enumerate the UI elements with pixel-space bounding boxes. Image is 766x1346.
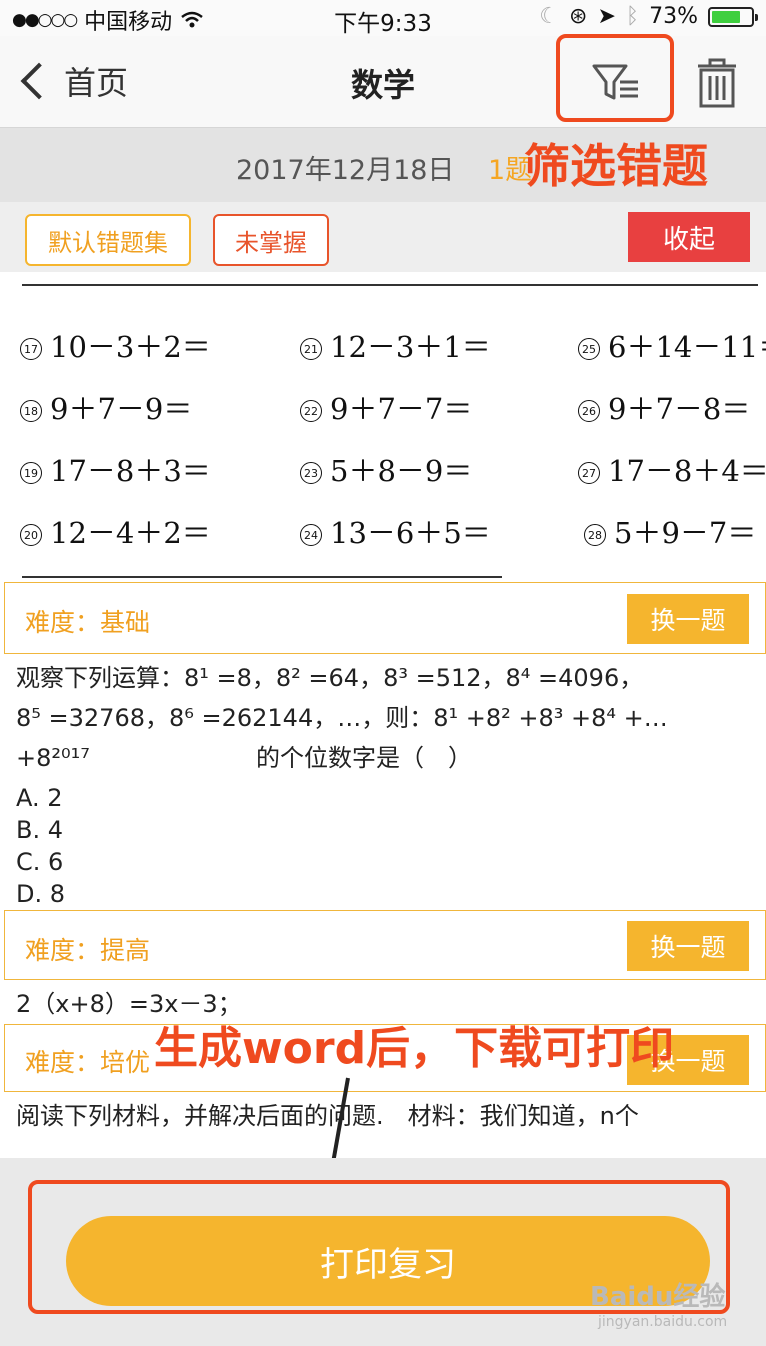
question-text: 观察下列运算：8¹ =8，8² =64，8³ =512，8⁴ =4096， [16, 664, 644, 692]
location-icon: ➤ [597, 4, 616, 29]
battery-icon [708, 6, 758, 27]
tag-row: 默认错题集 未掌握 收起 [0, 202, 766, 272]
battery-label: 73% [649, 4, 698, 29]
worksheet-item: 26 9＋7－8＝ [578, 386, 750, 428]
answer-option[interactable]: C. 6 [16, 848, 63, 876]
worksheet-item: 17 10－3＋2＝ [20, 324, 211, 366]
status-bar: ●●○○○ 中国移动 下午9:33 ☾ ⊛ ➤ ᛒ 73% [0, 0, 766, 37]
collapse-button[interactable]: 收起 [628, 212, 750, 262]
difficulty-bar: 难度：提高 换一题 [4, 910, 766, 980]
swap-question-button[interactable]: 换一题 [627, 921, 749, 971]
moon-icon: ☾ [539, 4, 560, 29]
worksheet-item: 23 5＋8－9＝ [300, 448, 472, 490]
swap-question-button[interactable]: 换一题 [627, 594, 749, 644]
worksheet-item: 19 17－8＋3＝ [20, 448, 211, 490]
answer-option[interactable]: D. 8 [16, 880, 65, 908]
question-text: 的个位数字是（ ） [256, 744, 472, 772]
worksheet-item: 20 12－4＋2＝ [20, 510, 211, 552]
tag-default-collection[interactable]: 默认错题集 [25, 214, 191, 266]
watermark-url: jingyan.baidu.com [598, 1314, 728, 1330]
worksheet-image: 1710－3＋2＝ 2112－3＋1＝ 256＋14－11＝ 189＋7－9＝ … [0, 272, 766, 582]
back-label: 首页 [64, 64, 129, 102]
question-text: 阅读下列材料，并解决后面的问题. 材料：我们知道，n个 [16, 1102, 639, 1130]
question-text: 8⁵ =32768，8⁶ =262144，…，则：8¹ +8² +8³ +8⁴ … [16, 704, 668, 732]
worksheet-item: 256＋14－11＝ [578, 324, 766, 366]
worksheet-bottom-rule [22, 576, 502, 578]
worksheet-item: 22 9＋7－7＝ [300, 386, 472, 428]
worksheet-item: 18 9＋7－9＝ [20, 386, 192, 428]
date-label: 2017年12月18日 [236, 155, 455, 186]
watermark-logo: Baidu经验 [590, 1282, 726, 1312]
bluetooth-icon: ᛒ [625, 4, 640, 29]
lock-rotation-icon: ⊛ [569, 4, 588, 29]
worksheet-item: 27 17－8＋4＝ [578, 448, 766, 490]
question-text: +8²⁰¹⁷ [16, 744, 90, 772]
filter-annotation: 筛选错题 [524, 139, 708, 193]
difficulty-label: 难度：培优 [25, 1048, 151, 1077]
delete-button[interactable] [690, 56, 744, 112]
difficulty-label: 难度：基础 [25, 608, 151, 637]
worksheet-top-rule [22, 284, 758, 286]
trash-icon [698, 58, 736, 108]
worksheet-item: 24 13－6＋5＝ [300, 510, 491, 552]
difficulty-bar: 难度：基础 换一题 [4, 582, 766, 654]
back-button[interactable]: 首页 [18, 58, 128, 104]
worksheet-item: 28 5＋9－7＝ [584, 510, 756, 552]
filter-highlight-box [556, 34, 674, 122]
worksheet-item: 21 12－3＋1＝ [300, 324, 491, 366]
chevron-left-icon [20, 62, 58, 100]
answer-option[interactable]: B. 4 [16, 816, 63, 844]
answer-option[interactable]: A. 2 [16, 784, 63, 812]
tag-unmastered[interactable]: 未掌握 [213, 214, 329, 266]
download-annotation: 生成word后，下载可打印 [154, 1023, 675, 1074]
difficulty-label: 难度：提高 [25, 936, 151, 965]
